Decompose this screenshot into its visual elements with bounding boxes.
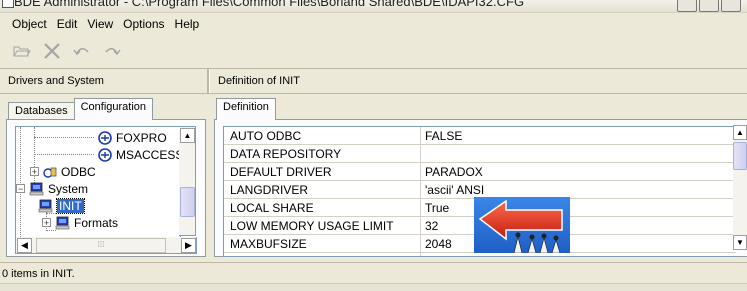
right-tabs: Definition — [216, 98, 276, 120]
table-row[interactable]: DATA REPOSITORY — [224, 145, 736, 163]
left-panel: FOXPRO MSACCESS + ODBC − System INIT + F… — [6, 119, 206, 257]
param-value[interactable]: 32 — [425, 219, 438, 233]
tree-item-odbc[interactable]: + ODBC — [30, 163, 96, 180]
formats-icon — [55, 216, 70, 229]
table-row[interactable]: DEFAULT DRIVER PARADOX — [224, 163, 736, 181]
window-controls — [677, 0, 741, 12]
param-value[interactable]: PARADOX — [425, 165, 483, 179]
scroll-thumb[interactable] — [180, 187, 195, 217]
menu-view[interactable]: View — [82, 17, 118, 31]
menu-help[interactable]: Help — [170, 17, 205, 31]
param-value[interactable]: 'ascii' ANSI — [425, 183, 484, 197]
scroll-thumb[interactable]: ⁞⁞⁞ — [36, 238, 166, 253]
odbc-icon — [43, 167, 57, 178]
expand-toggle[interactable]: + — [42, 218, 51, 228]
tab-databases[interactable]: Databases — [8, 102, 75, 120]
param-name: LOW MEMORY USAGE LIMIT — [230, 219, 394, 233]
undo-icon[interactable] — [72, 41, 92, 61]
param-name: LOCAL SHARE — [230, 201, 314, 215]
tree-item-system[interactable]: − System — [16, 180, 88, 197]
tree-item-foxpro[interactable]: FOXPRO — [98, 129, 167, 146]
left-pane-title: Drivers and System — [8, 75, 104, 87]
tree-item-label: FOXPRO — [116, 130, 167, 145]
tree-item-init[interactable]: INIT — [38, 197, 85, 214]
param-name: MAXBUFSIZE — [230, 237, 307, 251]
computer-icon — [29, 182, 44, 195]
driver-icon — [98, 130, 112, 145]
tree-item-label: MSACCESS — [116, 147, 181, 162]
param-name: AUTO ODBC — [230, 129, 302, 143]
minimize-button[interactable] — [677, 0, 697, 12]
menu-object[interactable]: Object — [0, 17, 52, 31]
tree-item-label: ODBC — [61, 164, 96, 179]
menu-edit[interactable]: Edit — [52, 17, 83, 31]
open-icon[interactable] — [12, 41, 32, 61]
tree-horizontal-scrollbar[interactable]: ◀ ⁞⁞⁞ ▶ — [15, 237, 197, 254]
tree-line — [34, 137, 94, 138]
config-tree: FOXPRO MSACCESS + ODBC − System INIT + F… — [15, 126, 181, 238]
tree-item-formats[interactable]: + Formats — [42, 214, 118, 231]
tree-item-label: System — [48, 181, 89, 196]
menu-bar: Object Edit View Options Help — [0, 14, 747, 34]
app-icon — [2, 0, 14, 8]
scroll-up-button[interactable]: ▲ — [733, 125, 747, 140]
scroll-thumb[interactable] — [733, 142, 747, 170]
left-arrow-icon — [474, 197, 570, 254]
collapse-toggle[interactable]: − — [16, 184, 25, 194]
scroll-right-button[interactable]: ▶ — [181, 238, 196, 253]
pane-headers: Drivers and System Definition of INIT — [0, 68, 747, 94]
param-name: LANGDRIVER — [230, 183, 309, 197]
status-text: 0 items in INIT. — [2, 268, 75, 280]
param-value[interactable]: FALSE — [425, 129, 462, 143]
tree-item-label: Formats — [74, 215, 119, 230]
toolbar — [0, 36, 747, 66]
param-name: DEFAULT DRIVER — [230, 165, 332, 179]
tree-item-label: INIT — [56, 197, 85, 214]
window-title: BDE Administrator - C:\Program Files\Com… — [14, 0, 525, 9]
scroll-left-button[interactable]: ◀ — [17, 238, 32, 253]
driver-icon — [98, 147, 112, 162]
arrow-sign-image — [474, 197, 570, 254]
pane-splitter[interactable] — [207, 69, 210, 93]
expand-toggle[interactable]: + — [30, 167, 39, 177]
menu-options[interactable]: Options — [118, 17, 169, 31]
tree-line — [34, 154, 94, 155]
scroll-up-button[interactable]: ▲ — [180, 128, 195, 143]
close-button[interactable] — [721, 0, 741, 12]
title-bar: BDE Administrator - C:\Program Files\Com… — [0, 0, 747, 13]
tab-definition[interactable]: Definition — [216, 98, 276, 120]
status-bar: 0 items in INIT. — [0, 262, 747, 283]
delete-icon[interactable] — [42, 41, 62, 61]
redo-icon[interactable] — [102, 41, 122, 61]
maximize-button[interactable] — [699, 0, 719, 12]
tree-vertical-scrollbar[interactable]: ▲ — [179, 126, 196, 236]
tab-configuration[interactable]: Configuration — [73, 98, 154, 120]
grid-vertical-scrollbar[interactable]: ▲ ▼ — [733, 125, 747, 250]
left-tabs: Databases Configuration — [8, 98, 154, 120]
right-pane-title: Definition of INIT — [218, 75, 300, 87]
table-row[interactable]: AUTO ODBC FALSE — [224, 127, 736, 145]
param-value[interactable]: True — [425, 201, 449, 215]
tree-item-msaccess[interactable]: MSACCESS — [98, 146, 181, 163]
param-value[interactable]: 2048 — [425, 237, 452, 251]
scroll-down-button[interactable]: ▼ — [733, 235, 747, 250]
init-icon — [38, 199, 53, 212]
param-name: DATA REPOSITORY — [230, 147, 342, 161]
